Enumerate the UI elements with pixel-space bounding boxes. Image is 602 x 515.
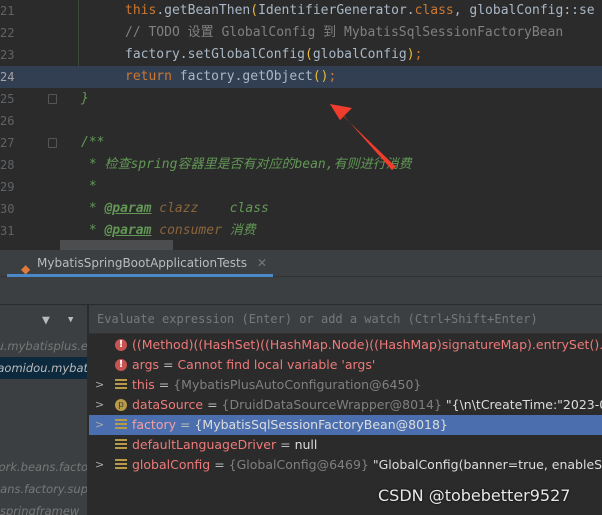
variable-type: {MybatisSqlSessionFactoryBean@8018} — [194, 417, 448, 432]
variable-name: args — [132, 357, 160, 372]
stack-frame[interactable]: work.beans.facto — [0, 456, 87, 478]
equals: = — [176, 417, 195, 432]
equals: = — [154, 377, 174, 392]
error-icon: ! — [115, 339, 127, 351]
stack-frame[interactable]: aomidou.mybat — [0, 357, 87, 379]
variable-name: factory — [132, 417, 177, 432]
watermark: CSDN @tobebetter9527 — [378, 486, 571, 505]
equals: = — [159, 357, 178, 372]
expand-chevron-icon[interactable]: > — [95, 395, 104, 415]
tab-debug-session[interactable]: ◆ MybatisSpringBootApplicationTests ✕ — [7, 250, 273, 277]
variable-error: Cannot find local variable 'args' — [177, 357, 376, 372]
variable-name: ((Method)((HashSet)((HashMap.Node)((Hash… — [132, 337, 602, 352]
expand-chevron-icon[interactable]: > — [95, 455, 104, 475]
debug-toolbar — [0, 277, 602, 305]
variable-value: null — [294, 437, 318, 452]
equals: = — [203, 397, 222, 412]
variable-row[interactable]: ! ((Method)((HashSet)((HashMap.Node)((Has… — [89, 335, 602, 355]
variable-name: defaultLanguageDriver — [132, 437, 277, 452]
parameter-icon: p — [115, 399, 127, 411]
error-icon: ! — [115, 359, 127, 371]
field-icon — [115, 439, 127, 450]
stack-frame[interactable]: springframew — [0, 500, 87, 515]
debug-tab-bar: ◆ MybatisSpringBootApplicationTests ✕ — [0, 250, 602, 277]
variable-row[interactable]: > globalConfig = {GlobalConfig@6469} "Glo… — [89, 455, 602, 475]
code-editor[interactable]: 21 this.getBeanThen(IdentifierGenerator.c… — [0, 0, 602, 250]
tab-label: MybatisSpringBootApplicationTests — [37, 256, 247, 270]
variable-name: globalConfig — [132, 457, 211, 472]
close-icon[interactable]: ✕ — [257, 250, 267, 276]
field-icon — [115, 379, 127, 390]
variable-value: "{\n\tCreateTime:"2023-08-06 18 — [445, 397, 602, 412]
evaluate-expression-input[interactable]: Evaluate expression (Enter) or add a wat… — [89, 305, 602, 334]
expand-chevron-icon[interactable]: > — [95, 375, 104, 395]
frames-panel: ▼ ▼ u.mybatisplus.eaomidou.mybat work.bea… — [0, 305, 88, 515]
equals: = — [276, 437, 295, 452]
variable-type: {MybatisPlusAutoConfiguration@6450} — [173, 377, 422, 392]
variable-type: {GlobalConfig@6469} — [228, 457, 369, 472]
expand-chevron-icon[interactable]: > — [95, 415, 104, 435]
field-icon — [115, 459, 127, 470]
variable-row[interactable]: > factory = {MybatisSqlSessionFactoryBean… — [89, 415, 602, 435]
stack-frame[interactable]: u.mybatisplus.e — [0, 335, 87, 357]
filter-icon[interactable]: ▼ — [42, 313, 50, 328]
eval-placeholder: Evaluate expression (Enter) or add a wat… — [97, 312, 538, 326]
stack-frame[interactable]: eans.factory.sup — [0, 478, 87, 500]
equals: = — [210, 457, 229, 472]
variable-name: dataSource — [132, 397, 204, 412]
variable-row[interactable]: ! args = Cannot find local variable 'args… — [89, 355, 602, 375]
variable-row[interactable]: > p dataSource = {DruidDataSourceWrapper@8… — [89, 395, 602, 415]
variable-value: "GlobalConfig(banner=true, enableSqlRunn — [372, 457, 602, 472]
variable-row[interactable]: defaultLanguageDriver = null — [89, 435, 602, 455]
variable-name: this — [132, 377, 155, 392]
variable-row[interactable]: > this = {MybatisPlusAutoConfiguration@64… — [89, 375, 602, 395]
field-icon — [115, 419, 127, 430]
tooltip-strip — [60, 240, 173, 250]
variable-type: {DruidDataSourceWrapper@8014} — [221, 397, 442, 412]
annotation-arrow — [330, 104, 396, 170]
chevron-down-icon[interactable]: ▼ — [68, 315, 73, 325]
